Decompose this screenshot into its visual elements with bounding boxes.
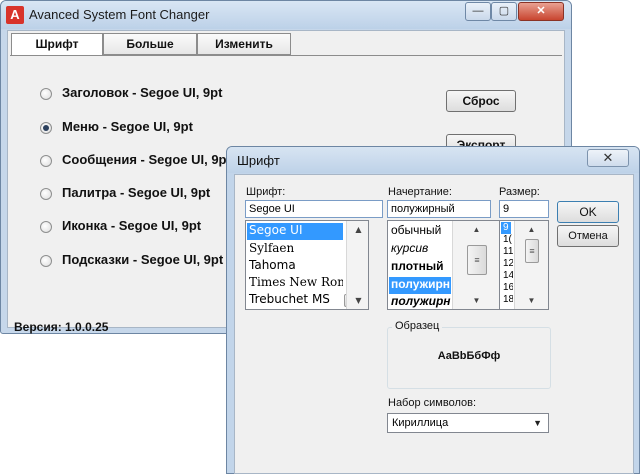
dialog-close-button[interactable]: ✕ (587, 149, 629, 167)
scroll-up-icon[interactable]: ▲ (469, 222, 484, 237)
option-label: Иконка - Segoe UI, 9pt (62, 218, 202, 233)
font-item[interactable]: Tahoma (247, 258, 343, 275)
font-list[interactable]: Segoe UI Sylfaen Tahoma Times New Roma T… (245, 220, 369, 310)
option-label: Палитра - Segoe UI, 9pt (62, 185, 211, 200)
radio-messages[interactable] (40, 155, 52, 167)
scroll-down-icon[interactable]: ▼ (469, 293, 484, 308)
sample-text: AaBbБбФф (437, 350, 501, 362)
sample-label: Образец (392, 320, 443, 332)
size-label: Размер: (499, 186, 540, 198)
font-name-field[interactable]: Segoe UI (245, 200, 383, 218)
size-list[interactable]: 9 1( 11 12 14 16 18 ▲ ≡ ▼ (499, 220, 549, 310)
size-item[interactable]: 1( (501, 234, 513, 246)
style-list[interactable]: обычный курсив плотный полужирн полужирн… (387, 220, 501, 310)
scroll-up-icon[interactable]: ▲ (524, 222, 539, 237)
scroll-down-icon[interactable]: ▼ (351, 293, 366, 308)
font-item[interactable]: Times New Roma (247, 275, 343, 292)
main-titlebar[interactable]: A Avanced System Font Changer — ▢ ✕ (1, 1, 571, 29)
scroll-up-icon[interactable]: ▲ (351, 222, 366, 237)
size-list-scrollbar[interactable]: ▲ ≡ ▼ (514, 221, 548, 309)
font-dialog: Шрифт ✕ Шрифт: Segoe UI Segoe UI Sylfaen… (226, 146, 640, 474)
radio-menu[interactable] (40, 122, 52, 134)
style-item[interactable]: обычный (389, 223, 451, 240)
ok-button[interactable]: OK (557, 201, 619, 223)
style-field[interactable]: полужирный (387, 200, 491, 218)
size-item[interactable]: 12 (501, 258, 513, 270)
size-item[interactable]: 11 (501, 246, 513, 258)
radio-tooltips[interactable] (40, 255, 52, 267)
version-label: Версия: 1.0.0.25 (14, 320, 109, 334)
radio-palette[interactable] (40, 188, 52, 200)
size-item[interactable]: 9 (501, 222, 511, 234)
size-field[interactable]: 9 (499, 200, 549, 218)
size-item[interactable]: 18 (501, 294, 513, 306)
option-label: Подсказки - Segoe UI, 9pt (62, 252, 224, 267)
style-item[interactable]: полужирн (389, 277, 451, 294)
font-item[interactable]: Trebuchet MS (247, 292, 343, 309)
font-list-scrollbar[interactable]: ▲ ▼ (346, 221, 368, 309)
size-item[interactable]: 14 (501, 270, 513, 282)
charset-select[interactable]: Кириллица ▼ (387, 413, 549, 433)
reset-button[interactable]: Сброс (446, 90, 516, 112)
font-item[interactable]: Sylfaen (247, 241, 343, 258)
scroll-down-icon[interactable]: ▼ (524, 293, 539, 308)
dialog-title: Шрифт (237, 153, 280, 168)
chevron-down-icon[interactable]: ▼ (533, 414, 542, 432)
style-item[interactable]: курсив (389, 241, 451, 258)
scroll-thumb-icon[interactable]: ≡ (467, 245, 487, 275)
option-label: Заголовок - Segoe UI, 9pt (62, 85, 223, 100)
option-label: Меню - Segoe UI, 9pt (62, 119, 193, 134)
close-button[interactable]: ✕ (518, 2, 564, 21)
dialog-titlebar[interactable]: Шрифт ✕ (227, 147, 639, 173)
charset-label: Набор символов: (388, 397, 477, 409)
radio-title[interactable] (40, 88, 52, 100)
option-label: Сообщения - Segoe UI, 9pt (62, 152, 231, 167)
font-item[interactable]: Segoe UI (247, 223, 343, 240)
window-title: Avanced System Font Changer (29, 7, 210, 22)
style-item[interactable]: плотный (389, 259, 451, 276)
style-list-scrollbar[interactable]: ▲ ≡ ▼ (452, 221, 500, 309)
tab-more[interactable]: Больше (103, 33, 197, 55)
size-item[interactable]: 16 (501, 282, 513, 294)
tab-font[interactable]: Шрифт (11, 33, 103, 56)
style-label: Начертание: (388, 186, 452, 198)
dialog-client: Шрифт: Segoe UI Segoe UI Sylfaen Tahoma … (234, 174, 634, 474)
cancel-button[interactable]: Отмена (557, 225, 619, 247)
style-item[interactable]: полужирн (389, 294, 451, 309)
maximize-button[interactable]: ▢ (491, 2, 517, 21)
minimize-button[interactable]: — (465, 2, 491, 21)
radio-icon[interactable] (40, 221, 52, 233)
charset-value: Кириллица (392, 417, 449, 429)
tab-change[interactable]: Изменить (197, 33, 291, 55)
app-icon: A (6, 6, 24, 24)
scroll-thumb-icon[interactable]: ≡ (525, 239, 539, 263)
font-label: Шрифт: (246, 186, 286, 198)
